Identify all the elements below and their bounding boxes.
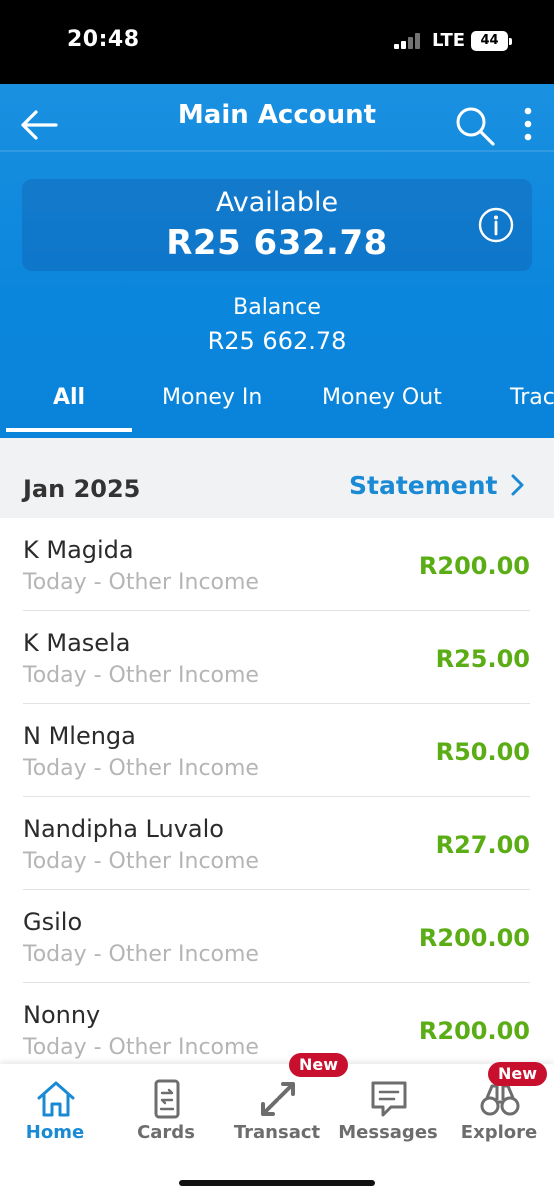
messages-icon [371,1081,407,1117]
info-icon [478,207,514,243]
nav-label: Messages [338,1122,438,1143]
transaction-amount: R200.00 [418,1017,530,1045]
transaction-row[interactable]: N Mlenga Today - Other Income R50.00 [0,704,554,797]
transaction-name: K Magida [23,536,134,564]
nav-label: Explore [460,1122,538,1143]
transaction-amount: R25.00 [435,645,530,673]
transaction-name: Nandipha Luvalo [23,815,224,843]
balance-amount: R25 662.78 [207,327,347,355]
status-time: 20:48 [67,27,140,52]
transaction-list: K Magida Today - Other Income R200.00 K … [0,518,554,1076]
network-label: LTE [432,30,466,51]
transaction-row[interactable]: Nonny Today - Other Income R200.00 [0,983,554,1076]
statement-link[interactable]: Statement [349,471,498,500]
search-icon [456,107,495,146]
transaction-desc: Today - Other Income [23,663,259,688]
nav-home[interactable]: Home [0,1064,110,1154]
transaction-amount: R200.00 [418,552,530,580]
transaction-desc: Today - Other Income [23,756,259,781]
available-card: Available R25 632.78 [22,179,532,271]
transaction-desc: Today - Other Income [23,942,259,967]
month-row: Jan 2025 Statement [0,438,554,518]
battery-level: 44 [480,33,499,48]
more-options-button[interactable] [518,106,538,142]
transaction-row[interactable]: Nandipha Luvalo Today - Other Income R27… [0,797,554,890]
new-badge: New [289,1053,349,1077]
transaction-name: Gsilo [23,908,83,936]
transaction-name: K Masela [23,629,131,657]
available-amount: R25 632.78 [166,223,388,263]
balance-label: Balance [233,295,321,320]
info-button[interactable] [478,207,514,243]
search-button[interactable] [453,104,497,148]
nav-label: Home [25,1122,85,1143]
transaction-row[interactable]: K Masela Today - Other Income R25.00 [0,611,554,704]
transaction-amount: R200.00 [418,924,530,952]
transact-icon [261,1082,295,1116]
account-header: Main Account Available R25 632.78 Balanc… [0,84,554,438]
tab-money-out[interactable]: Money Out [322,380,442,438]
battery-icon: 44 [471,31,512,51]
nav-cards[interactable]: Cards [111,1064,221,1154]
transaction-name: Nonny [23,1001,101,1029]
nav-label: Cards [137,1122,195,1143]
tab-all[interactable]: All [6,380,132,438]
nav-label: Transact [233,1122,321,1143]
transaction-amount: R50.00 [435,738,530,766]
transaction-desc: Today - Other Income [23,1035,259,1060]
tab-track[interactable]: Trac [510,380,554,438]
chevron-right-icon[interactable] [508,472,528,498]
signal-icon [394,33,424,49]
filter-tabs: All Money In Money Out Trac [0,380,554,438]
header-divider [0,150,554,152]
cards-icon [154,1079,180,1119]
new-badge: New [488,1062,548,1086]
month-label: Jan 2025 [23,475,141,503]
transaction-row[interactable]: Gsilo Today - Other Income R200.00 [0,890,554,983]
more-vertical-icon [524,107,532,141]
available-label: Available [215,187,339,218]
tab-money-in[interactable]: Money In [162,380,262,438]
nav-messages[interactable]: Messages [333,1064,443,1154]
nav-transact[interactable]: Transact [222,1064,332,1154]
home-icon [37,1081,75,1117]
transaction-amount: R27.00 [435,831,530,859]
transaction-desc: Today - Other Income [23,849,259,874]
home-indicator [179,1180,375,1186]
status-bar: 20:48 LTE 44 [0,0,554,84]
transaction-row[interactable]: K Magida Today - Other Income R200.00 [0,518,554,611]
transaction-desc: Today - Other Income [23,570,259,595]
transaction-name: N Mlenga [23,722,136,750]
